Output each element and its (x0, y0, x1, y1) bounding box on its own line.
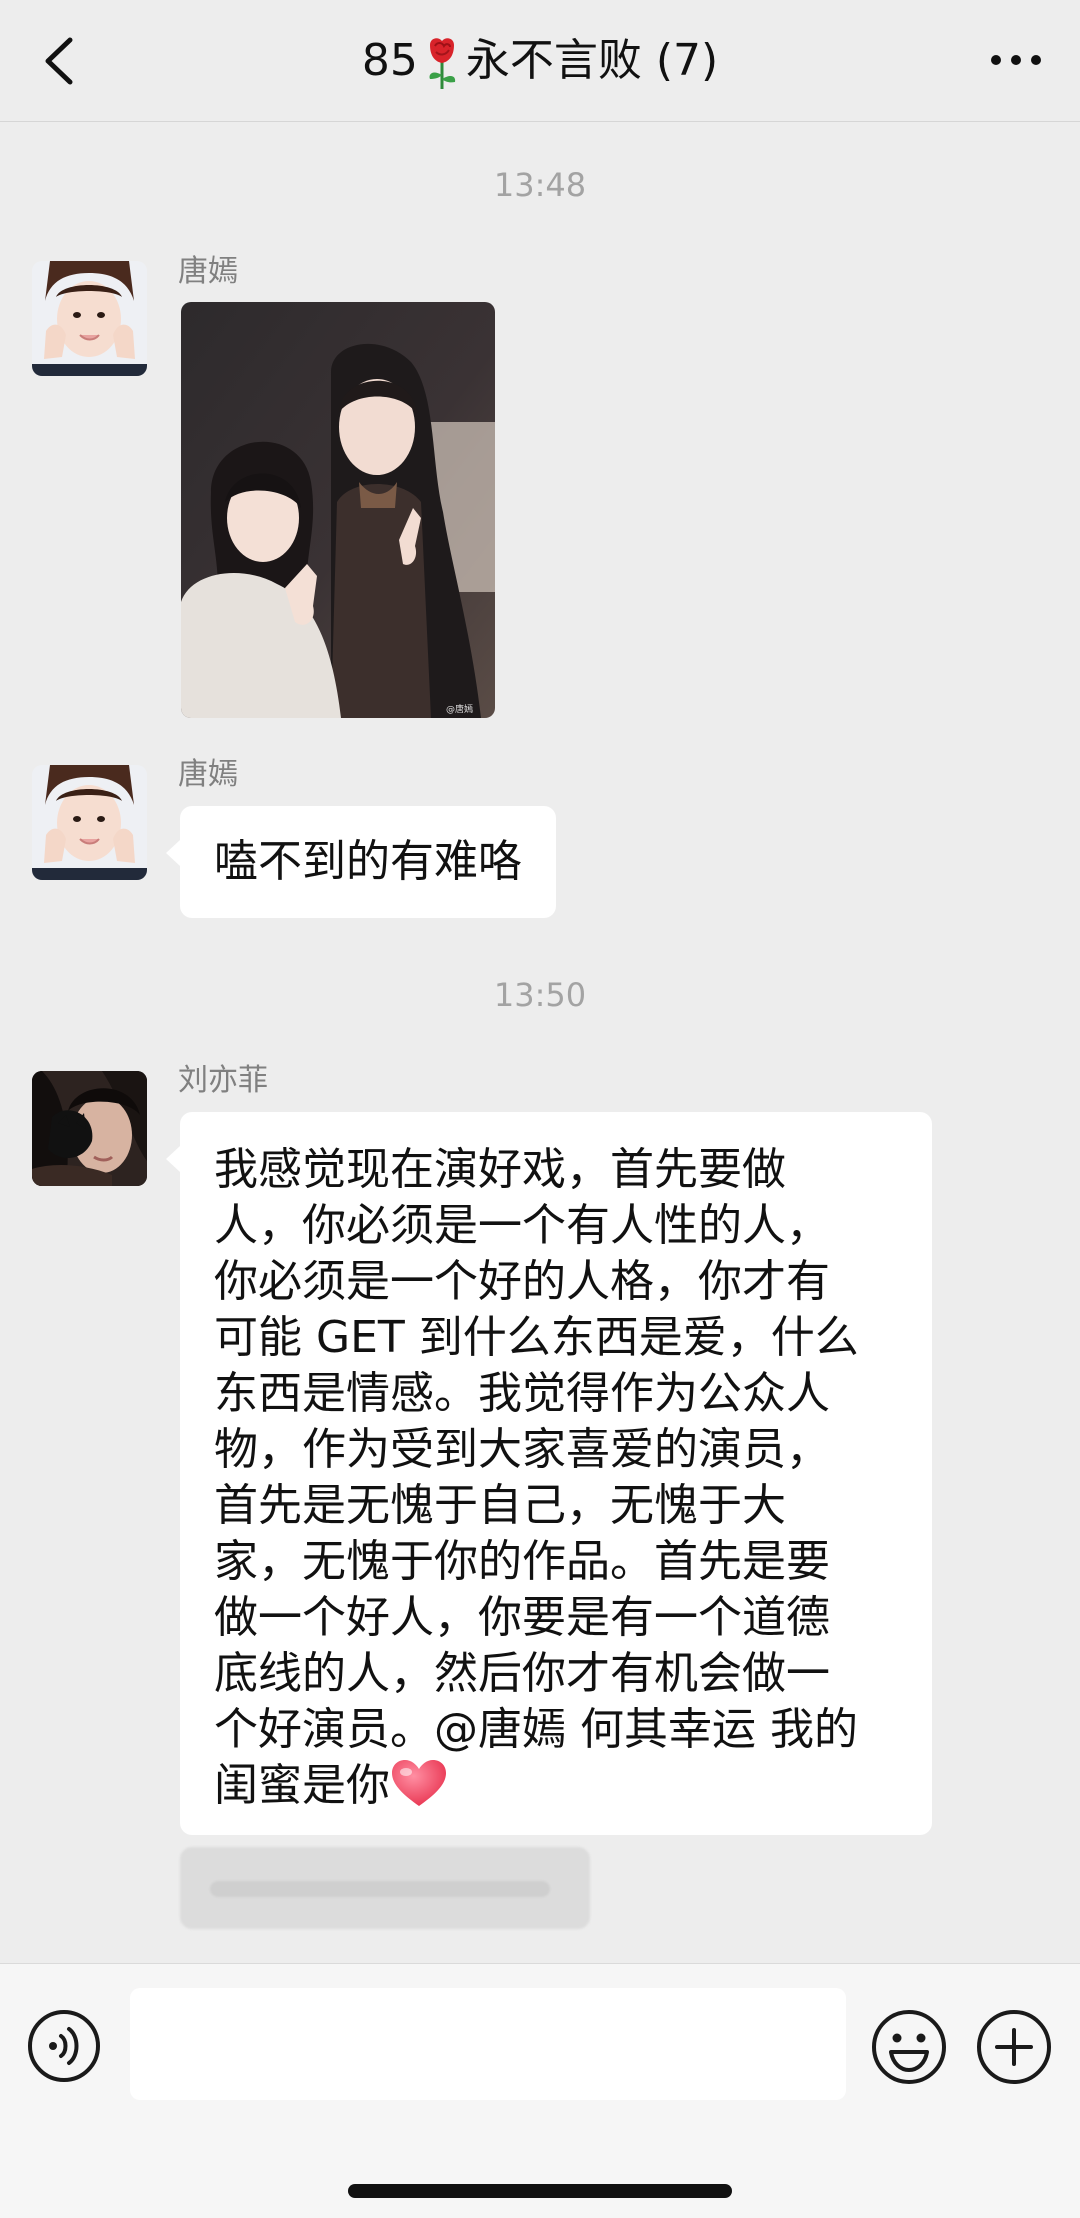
avatar-tangyan[interactable] (32, 765, 147, 880)
input-bar (0, 1963, 1080, 2218)
voice-button[interactable] (26, 2008, 102, 2084)
message-line: 东西是情感。我觉得作为公众人 (214, 1368, 830, 1419)
avatar-liuyifei[interactable] (32, 1071, 147, 1186)
message-input[interactable] (130, 1988, 846, 2100)
member-count: (7) (655, 35, 719, 86)
message-line: 底线的人，然后你才有机会做一 (214, 1648, 830, 1699)
message-line: 可能 GET 到什么东西是爱，什么 (214, 1312, 859, 1363)
rose-icon (429, 38, 455, 89)
message-line: 家，无愧于你的作品。首先是要 (214, 1536, 830, 1587)
message-line: 人，你必须是一个有人性的人， (214, 1200, 830, 1251)
sender-name: 唐嫣 (178, 757, 238, 792)
heart-icon (392, 1760, 446, 1806)
emoji-icon (872, 2010, 946, 2084)
chat-title-prefix: 85 (361, 35, 418, 86)
more-dots-icon (991, 55, 1041, 65)
message-line: 物，作为受到大家喜爱的演员， (214, 1424, 830, 1475)
chat-title-name: 永不言败 (465, 35, 642, 86)
more-button[interactable] (986, 44, 1046, 76)
blurred-content (210, 1881, 550, 1897)
home-indicator[interactable] (348, 2184, 732, 2198)
avatar-image (32, 1071, 147, 1186)
chat-screen: 85 永不言败 (7) 13:48 唐嫣 @唐嫣 唐嫣 嗑不到的有难咯 13:5… (0, 0, 1080, 2218)
message-line: 你必须是一个好的人格，你才有 (214, 1256, 830, 1307)
chat-header: 85 永不言败 (7) (0, 0, 1080, 122)
photo-watermark: @唐嫣 (446, 703, 473, 715)
message-line-last: 闺蜜是你 (214, 1758, 912, 1814)
avatar-tangyan[interactable] (32, 261, 147, 376)
plus-button[interactable] (975, 2008, 1053, 2086)
blurred-message (180, 1847, 590, 1929)
message-line: 做一个好人，你要是有一个道德 (214, 1592, 830, 1643)
avatar-image (32, 261, 147, 376)
message-line: 我感觉现在演好戏，首先要做 (214, 1144, 786, 1195)
sender-name: 唐嫣 (178, 254, 238, 289)
message-line: 闺蜜是你 (214, 1760, 390, 1811)
message-text: 嗑不到的有难咯 (214, 836, 522, 887)
timestamp: 13:50 (493, 976, 587, 1014)
text-message-bubble[interactable]: 我感觉现在演好戏，首先要做 人，你必须是一个有人性的人， 你必须是一个好的人格，… (166, 1112, 932, 1835)
chevron-left-icon (45, 37, 73, 85)
timestamp: 13:48 (493, 166, 587, 204)
avatar-image (32, 765, 147, 880)
sender-name: 刘亦菲 (178, 1063, 268, 1098)
chat-title: 85 永不言败 (7) (140, 30, 940, 92)
photo-image: @唐嫣 (181, 302, 495, 718)
voice-icon (28, 2010, 100, 2082)
plus-icon (977, 2010, 1051, 2084)
text-message-bubble[interactable]: 嗑不到的有难咯 (166, 806, 556, 918)
photo-message[interactable]: @唐嫣 (181, 302, 495, 718)
back-button[interactable] (34, 30, 90, 92)
message-line: 首先是无愧于自己，无愧于大 (214, 1480, 786, 1531)
message-line: 个好演员。@唐嫣 何其幸运 我的 (214, 1704, 858, 1755)
emoji-button[interactable] (870, 2008, 948, 2086)
